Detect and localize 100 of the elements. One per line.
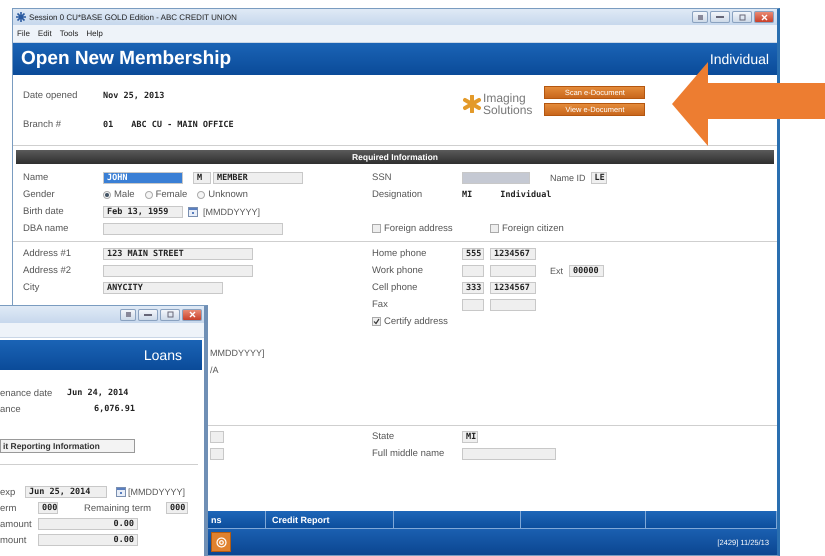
menu-item[interactable]: Tools: [60, 29, 78, 38]
option-label: Male: [114, 189, 135, 200]
input-field[interactable]: [210, 448, 224, 460]
radio-button[interactable]: [144, 190, 153, 198]
middle-initial-field[interactable]: M: [193, 172, 211, 184]
input-field[interactable]: [210, 430, 224, 442]
field-label: Gender: [23, 189, 56, 200]
field-label: Address #1: [23, 248, 72, 259]
field-label: Branch #: [23, 119, 62, 130]
logo-text: Imaging: [483, 92, 527, 104]
field-value: 6,076.91: [93, 404, 135, 414]
field-label: ance: [0, 404, 22, 414]
field-value: Nov 25, 2013: [103, 90, 164, 100]
phone-number-field[interactable]: 1234567: [490, 282, 536, 294]
field-label: Date opened: [23, 90, 78, 101]
address-field[interactable]: [103, 264, 253, 276]
close-button[interactable]: [182, 308, 202, 320]
date-format-hint: [MMDDYYYY]: [203, 206, 260, 216]
calendar-icon[interactable]: [116, 487, 126, 497]
phone-number-field[interactable]: 1234567: [490, 248, 536, 260]
date-format-hint: [MMDDYYYY]: [128, 487, 186, 497]
area-code-field[interactable]: 555: [462, 248, 484, 260]
maximize-button[interactable]: [732, 11, 752, 23]
option-label: Female: [156, 189, 188, 200]
field-label: Birth date: [23, 206, 65, 217]
credit-reporting-button[interactable]: it Reporting Information: [0, 439, 135, 453]
field-value: Jun 24, 2014: [67, 388, 130, 398]
field-label: erm: [0, 502, 18, 514]
menu-item[interactable]: Help: [86, 29, 103, 38]
field-label: Name ID: [550, 172, 586, 182]
area-code-field[interactable]: [462, 264, 484, 276]
phone-number-field[interactable]: [490, 298, 536, 310]
field-label: Ext: [550, 266, 564, 276]
date-field[interactable]: Jun 25, 2014: [25, 486, 107, 498]
radio-button[interactable]: [197, 190, 206, 198]
state-field[interactable]: MI: [462, 430, 478, 442]
field-label: amount: [0, 518, 33, 530]
middle-name-field[interactable]: [462, 448, 556, 460]
field-label: Fax: [372, 299, 389, 310]
checkbox[interactable]: [490, 224, 499, 233]
minimize-icon: [716, 15, 724, 19]
checkbox[interactable]: [372, 224, 381, 233]
checkbox-label: Foreign address: [384, 223, 453, 234]
partial-text: MMDDYYYY]: [210, 348, 265, 358]
field-label: enance date: [0, 388, 54, 398]
minimize-icon: [144, 312, 152, 316]
field-value: 01: [103, 120, 114, 130]
maximize-icon: [738, 14, 746, 20]
area-code-field[interactable]: 333: [462, 282, 484, 294]
field-label: Cell phone: [372, 282, 418, 293]
field-label: SSN: [372, 172, 393, 183]
extension-field[interactable]: 00000: [569, 264, 604, 276]
maximize-button[interactable]: [160, 308, 180, 320]
field-value: MI: [462, 190, 472, 200]
amount-field[interactable]: 0.00: [38, 518, 138, 530]
field-label: Name: [23, 172, 50, 183]
field-label: exp: [0, 486, 16, 498]
window-icon[interactable]: [692, 11, 708, 23]
first-name-field[interactable]: JOHN: [103, 172, 183, 184]
field-label: Full middle name: [372, 448, 446, 459]
asterisk-icon: [16, 12, 26, 22]
name-id-field[interactable]: LE: [590, 172, 607, 184]
partial-text: /A: [210, 364, 219, 374]
minimize-button[interactable]: [710, 11, 730, 23]
window-icon[interactable]: [120, 308, 136, 320]
asterisk-logo-icon: [463, 95, 481, 113]
amount-field[interactable]: 0.00: [38, 534, 138, 546]
date-field[interactable]: Feb 13, 1959: [103, 206, 183, 218]
field-value: ABC CU - MAIN OFFICE: [131, 120, 234, 130]
calendar-icon[interactable]: [188, 206, 198, 216]
field-label: DBA name: [23, 223, 70, 234]
field-label: Work phone: [372, 265, 424, 276]
square-icon: [124, 311, 132, 318]
close-icon: [760, 14, 768, 20]
field-label: City: [23, 282, 40, 293]
field-label: State: [372, 431, 396, 442]
city-field[interactable]: ANYCITY: [103, 282, 223, 294]
radio-button[interactable]: [103, 190, 111, 198]
ssn-field[interactable]: [462, 172, 530, 184]
option-label: Unknown: [208, 189, 248, 200]
checkbox-label: Foreign citizen: [502, 223, 564, 234]
membership-type: Individual: [710, 51, 769, 67]
area-code-field[interactable]: [462, 298, 484, 310]
dba-name-field[interactable]: [103, 222, 283, 234]
close-button[interactable]: [754, 11, 774, 23]
address-field[interactable]: 123 MAIN STREET: [103, 248, 253, 260]
maximize-icon: [166, 311, 174, 318]
phone-number-field[interactable]: [490, 264, 536, 276]
term-field[interactable]: 000: [38, 502, 58, 514]
menu-item[interactable]: File: [17, 29, 30, 38]
remaining-term-field[interactable]: 000: [166, 502, 188, 514]
logo-text: Solutions: [483, 104, 532, 116]
minimize-button[interactable]: [138, 308, 158, 320]
close-icon: [188, 311, 196, 318]
checkbox[interactable]: [372, 317, 381, 326]
last-name-field[interactable]: MEMBER: [213, 172, 303, 184]
square-icon: [696, 14, 704, 20]
field-label: Designation: [372, 189, 424, 200]
section-header: Required Information: [16, 150, 774, 164]
menu-item[interactable]: Edit: [38, 29, 52, 38]
